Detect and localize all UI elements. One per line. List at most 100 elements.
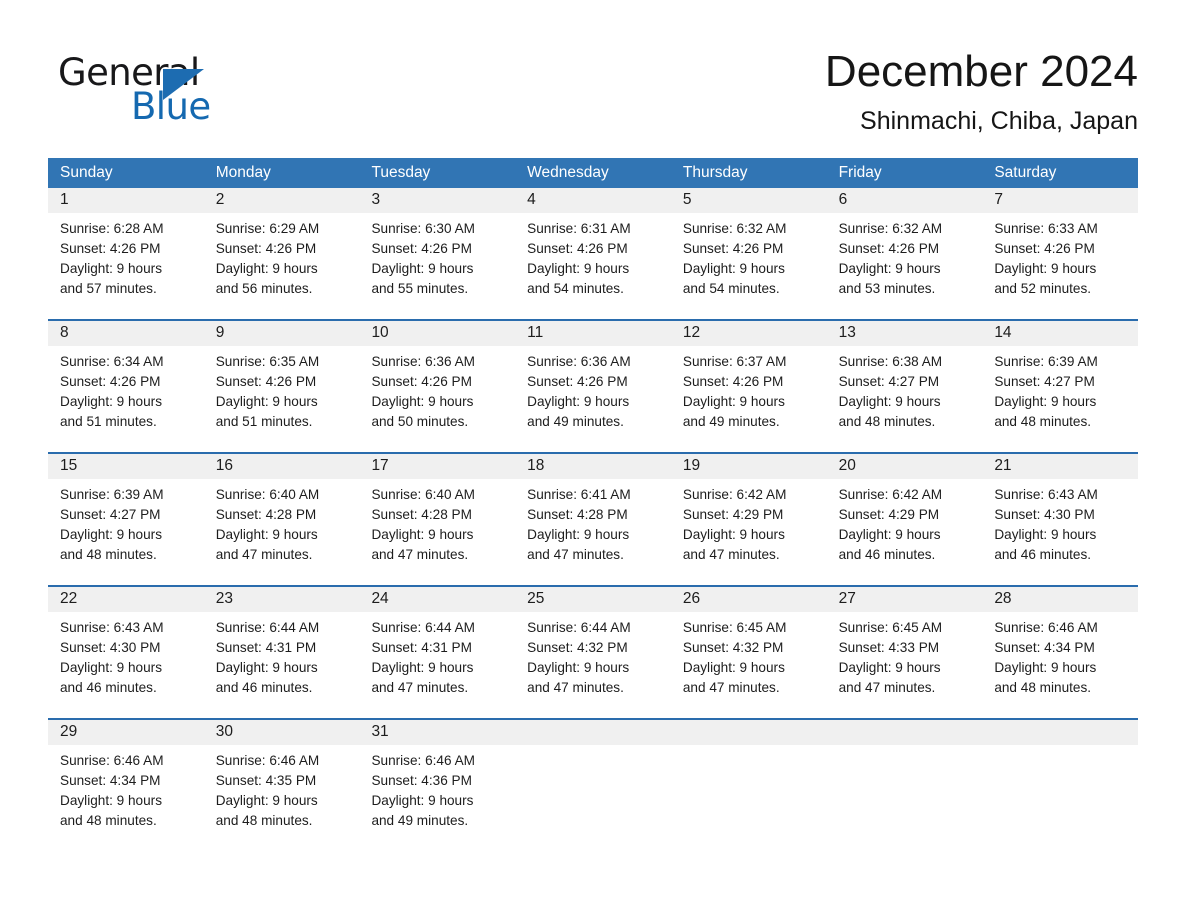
weekday-header-wednesday: Wednesday	[527, 164, 609, 181]
week-spacer	[48, 565, 1138, 585]
day-cell[interactable]: 11 Sunrise: 6:36 AM Sunset: 4:26 PM Dayl…	[515, 321, 671, 432]
day-number: 1	[60, 191, 69, 208]
day-cell[interactable]: 15 Sunrise: 6:39 AM Sunset: 4:27 PM Dayl…	[48, 454, 204, 565]
day-cell[interactable]: 30 Sunrise: 6:46 AM Sunset: 4:35 PM Dayl…	[204, 720, 360, 831]
weekday-header-sunday: Sunday	[60, 164, 113, 181]
day-cell[interactable]: 21 Sunrise: 6:43 AM Sunset: 4:30 PM Dayl…	[982, 454, 1138, 565]
day-cell[interactable]: 31 Sunrise: 6:46 AM Sunset: 4:36 PM Dayl…	[359, 720, 515, 831]
day-cell[interactable]: 23 Sunrise: 6:44 AM Sunset: 4:31 PM Dayl…	[204, 587, 360, 698]
day-cell[interactable]: 29 Sunrise: 6:46 AM Sunset: 4:34 PM Dayl…	[48, 720, 204, 831]
day-number: 16	[215, 457, 233, 474]
day-detail: Sunrise: 6:44 AM Sunset: 4:31 PM Dayligh…	[215, 620, 320, 695]
day-number: 18	[527, 457, 545, 474]
day-cell[interactable]: 5 Sunrise: 6:32 AM Sunset: 4:26 PM Dayli…	[671, 188, 827, 299]
day-cell[interactable]: 12 Sunrise: 6:37 AM Sunset: 4:26 PM Dayl…	[671, 321, 827, 432]
day-cell[interactable]: 17 Sunrise: 6:40 AM Sunset: 4:28 PM Dayl…	[359, 454, 515, 565]
day-number: 20	[838, 457, 856, 474]
day-detail: Sunrise: 6:30 AM Sunset: 4:26 PM Dayligh…	[371, 221, 475, 296]
week-row: 29 Sunrise: 6:46 AM Sunset: 4:34 PM Dayl…	[48, 718, 1138, 831]
day-detail: Sunrise: 6:28 AM Sunset: 4:26 PM Dayligh…	[60, 221, 164, 296]
day-cell[interactable]: 24 Sunrise: 6:44 AM Sunset: 4:31 PM Dayl…	[359, 587, 515, 698]
day-number: 22	[60, 590, 78, 607]
day-number: 11	[527, 324, 544, 341]
day-number: 30	[215, 723, 233, 740]
weekday-header-tuesday: Tuesday	[371, 164, 431, 181]
day-detail: Sunrise: 6:45 AM Sunset: 4:32 PM Dayligh…	[682, 620, 787, 695]
day-detail: Sunrise: 6:39 AM Sunset: 4:27 PM Dayligh…	[994, 354, 1098, 429]
day-cell[interactable]: 7 Sunrise: 6:33 AM Sunset: 4:26 PM Dayli…	[982, 188, 1138, 299]
day-number: 23	[215, 590, 233, 607]
day-cell-empty	[982, 720, 1138, 831]
day-detail: Sunrise: 6:42 AM Sunset: 4:29 PM Dayligh…	[682, 487, 787, 562]
day-cell[interactable]: 14 Sunrise: 6:39 AM Sunset: 4:27 PM Dayl…	[982, 321, 1138, 432]
day-number: 2	[215, 191, 225, 208]
day-detail: Sunrise: 6:35 AM Sunset: 4:26 PM Dayligh…	[215, 354, 320, 429]
day-detail: Sunrise: 6:43 AM Sunset: 4:30 PM Dayligh…	[60, 620, 164, 695]
day-cell[interactable]: 27 Sunrise: 6:45 AM Sunset: 4:33 PM Dayl…	[827, 587, 983, 698]
day-cell[interactable]: 8 Sunrise: 6:34 AM Sunset: 4:26 PM Dayli…	[48, 321, 204, 432]
week-spacer	[48, 299, 1138, 319]
day-number: 9	[215, 324, 225, 341]
day-detail: Sunrise: 6:42 AM Sunset: 4:29 PM Dayligh…	[838, 487, 943, 562]
location-subtitle: Shinmachi, Chiba, Japan	[860, 107, 1138, 135]
day-cell[interactable]: 4 Sunrise: 6:31 AM Sunset: 4:26 PM Dayli…	[515, 188, 671, 299]
day-detail: Sunrise: 6:31 AM Sunset: 4:26 PM Dayligh…	[527, 221, 631, 296]
week-row: 8 Sunrise: 6:34 AM Sunset: 4:26 PM Dayli…	[48, 319, 1138, 432]
day-detail: Sunrise: 6:40 AM Sunset: 4:28 PM Dayligh…	[215, 487, 320, 562]
day-cell[interactable]: 10 Sunrise: 6:36 AM Sunset: 4:26 PM Dayl…	[359, 321, 515, 432]
calendar-page: General Blue December 2024 Shinmachi, Ch…	[0, 0, 1188, 918]
weekday-header-monday: Monday	[215, 164, 271, 181]
day-cell[interactable]: 3 Sunrise: 6:30 AM Sunset: 4:26 PM Dayli…	[359, 188, 515, 299]
day-detail: Sunrise: 6:29 AM Sunset: 4:26 PM Dayligh…	[215, 221, 320, 296]
day-number: 21	[994, 457, 1012, 474]
day-cell[interactable]: 26 Sunrise: 6:45 AM Sunset: 4:32 PM Dayl…	[671, 587, 827, 698]
day-cell[interactable]: 1 Sunrise: 6:28 AM Sunset: 4:26 PM Dayli…	[48, 188, 204, 299]
day-detail: Sunrise: 6:45 AM Sunset: 4:33 PM Dayligh…	[838, 620, 943, 695]
day-detail: Sunrise: 6:44 AM Sunset: 4:31 PM Dayligh…	[371, 620, 475, 695]
week-spacer	[48, 432, 1138, 452]
day-number: 17	[371, 457, 389, 474]
day-number: 3	[371, 191, 381, 208]
day-detail: Sunrise: 6:36 AM Sunset: 4:26 PM Dayligh…	[527, 354, 631, 429]
day-cell[interactable]: 6 Sunrise: 6:32 AM Sunset: 4:26 PM Dayli…	[827, 188, 983, 299]
day-detail: Sunrise: 6:41 AM Sunset: 4:28 PM Dayligh…	[527, 487, 631, 562]
weekday-header-row: Sunday Monday Tuesday Wednesday Thursday…	[48, 158, 1138, 188]
day-cell[interactable]: 28 Sunrise: 6:46 AM Sunset: 4:34 PM Dayl…	[982, 587, 1138, 698]
day-detail: Sunrise: 6:46 AM Sunset: 4:36 PM Dayligh…	[371, 753, 475, 828]
day-detail: Sunrise: 6:43 AM Sunset: 4:30 PM Dayligh…	[994, 487, 1098, 562]
day-cell[interactable]: 20 Sunrise: 6:42 AM Sunset: 4:29 PM Dayl…	[827, 454, 983, 565]
day-number: 14	[994, 324, 1012, 341]
day-detail: Sunrise: 6:34 AM Sunset: 4:26 PM Dayligh…	[60, 354, 164, 429]
generalblue-logo[interactable]: General Blue	[58, 52, 258, 132]
week-row: 22 Sunrise: 6:43 AM Sunset: 4:30 PM Dayl…	[48, 585, 1138, 698]
day-detail: Sunrise: 6:39 AM Sunset: 4:27 PM Dayligh…	[60, 487, 164, 562]
day-cell[interactable]: 16 Sunrise: 6:40 AM Sunset: 4:28 PM Dayl…	[204, 454, 360, 565]
day-cell[interactable]: 18 Sunrise: 6:41 AM Sunset: 4:28 PM Dayl…	[515, 454, 671, 565]
day-detail: Sunrise: 6:46 AM Sunset: 4:35 PM Dayligh…	[215, 753, 320, 828]
day-number: 4	[527, 191, 536, 208]
day-number: 24	[371, 590, 389, 607]
day-number: 15	[60, 457, 78, 474]
day-cell[interactable]: 19 Sunrise: 6:42 AM Sunset: 4:29 PM Dayl…	[671, 454, 827, 565]
day-detail: Sunrise: 6:33 AM Sunset: 4:26 PM Dayligh…	[994, 221, 1098, 296]
weekday-header-saturday: Saturday	[994, 164, 1057, 181]
day-cell[interactable]: 13 Sunrise: 6:38 AM Sunset: 4:27 PM Dayl…	[827, 321, 983, 432]
day-cell[interactable]: 22 Sunrise: 6:43 AM Sunset: 4:30 PM Dayl…	[48, 587, 204, 698]
day-cell-empty	[671, 720, 827, 831]
page-header: General Blue December 2024 Shinmachi, Ch…	[48, 44, 1138, 154]
weekday-header-friday: Friday	[838, 164, 882, 181]
day-cell[interactable]: 9 Sunrise: 6:35 AM Sunset: 4:26 PM Dayli…	[204, 321, 360, 432]
week-row: 1 Sunrise: 6:28 AM Sunset: 4:26 PM Dayli…	[48, 188, 1138, 299]
calendar-body: 1 Sunrise: 6:28 AM Sunset: 4:26 PM Dayli…	[48, 188, 1138, 831]
day-detail: Sunrise: 6:32 AM Sunset: 4:26 PM Dayligh…	[682, 221, 787, 296]
day-cell[interactable]: 25 Sunrise: 6:44 AM Sunset: 4:32 PM Dayl…	[515, 587, 671, 698]
day-number: 7	[994, 191, 1003, 208]
calendar-table: Sunday Monday Tuesday Wednesday Thursday…	[48, 158, 1138, 831]
day-number: 12	[682, 324, 701, 341]
day-detail: Sunrise: 6:40 AM Sunset: 4:28 PM Dayligh…	[371, 487, 475, 562]
page-title: December 2024	[824, 47, 1138, 96]
day-number: 13	[838, 324, 856, 341]
day-number: 5	[682, 191, 692, 208]
day-detail: Sunrise: 6:46 AM Sunset: 4:34 PM Dayligh…	[994, 620, 1098, 695]
day-cell[interactable]: 2 Sunrise: 6:29 AM Sunset: 4:26 PM Dayli…	[204, 188, 360, 299]
